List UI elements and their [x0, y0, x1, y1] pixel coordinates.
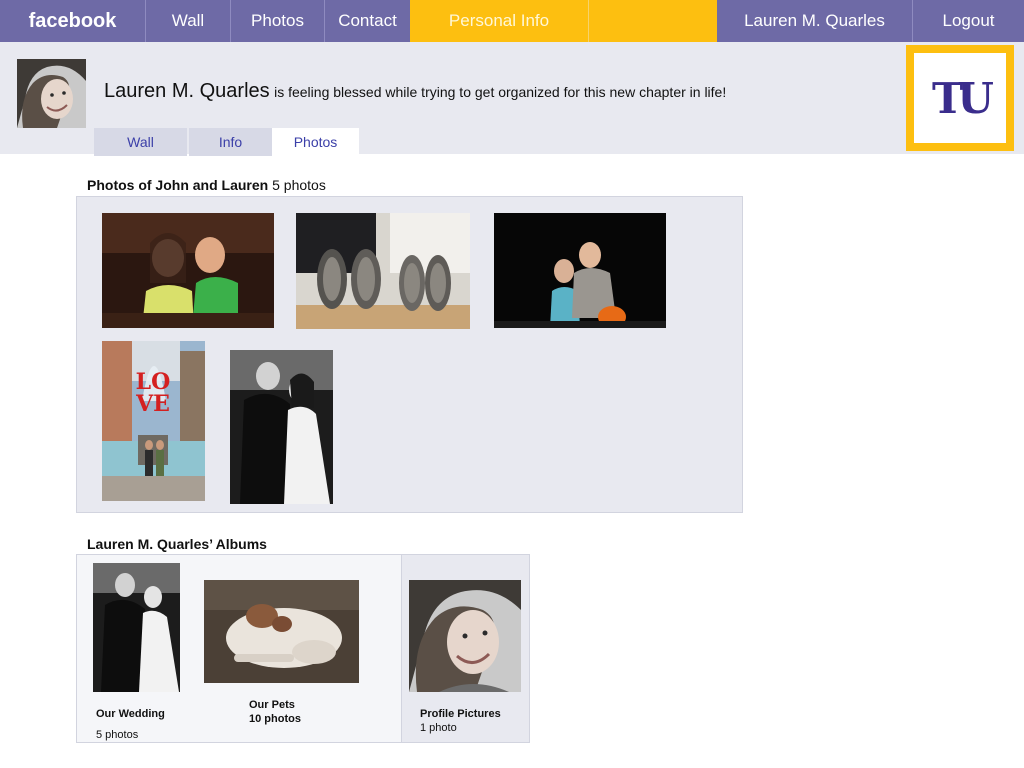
nav-photos[interactable]: Photos: [231, 0, 325, 42]
album-name[interactable]: Profile Pictures: [420, 708, 501, 720]
album-name[interactable]: Our Wedding: [96, 708, 165, 720]
album-cover-wedding: [93, 563, 180, 692]
album-cover[interactable]: [409, 580, 521, 692]
profile-status: Lauren M. Quarles is feeling blessed whi…: [104, 80, 726, 103]
nav-contact[interactable]: Contact: [325, 0, 410, 42]
avatar-photo: [17, 59, 86, 128]
nav-personal-info[interactable]: Personal Info: [410, 0, 588, 42]
status-message: is feeling blessed while trying to get o…: [274, 84, 727, 100]
photo-couple-dinner: [102, 213, 274, 328]
album-cover-profile-pictures: [409, 580, 521, 692]
photo-couple-pumpkin: [494, 213, 666, 328]
nav-logout[interactable]: Logout: [913, 0, 1024, 42]
album-cover[interactable]: [93, 563, 180, 692]
album-count: 10 photos: [249, 713, 301, 725]
photo-thumbnail[interactable]: [494, 213, 666, 328]
photo-love-sculpture: LO VE: [102, 341, 205, 501]
photo-thumbnail[interactable]: [296, 213, 470, 329]
profile-avatar[interactable]: [17, 59, 86, 128]
album-name[interactable]: Our Pets: [249, 699, 295, 711]
photos-section-heading: Photos of John and Lauren: [87, 177, 269, 193]
nav-user-name[interactable]: Lauren M. Quarles: [717, 0, 913, 42]
album-count: 1 photo: [420, 722, 457, 734]
photo-thumbnail[interactable]: [102, 213, 274, 328]
tab-wall[interactable]: Wall: [94, 128, 187, 156]
nav-spacer: [588, 0, 717, 42]
albums-section-title: Lauren M. Quarles’ Albums: [87, 536, 267, 552]
album-count: 5 photos: [96, 729, 139, 741]
profile-name[interactable]: Lauren M. Quarles: [104, 80, 270, 102]
album-cover[interactable]: [204, 580, 359, 683]
album-cover-pets: [204, 580, 359, 683]
photos-section-count: 5 photos: [272, 177, 326, 193]
facebook-logo-link[interactable]: facebook: [0, 0, 146, 42]
photo-thumbnail[interactable]: LO VE: [102, 341, 205, 501]
photos-section-title: Photos of John and Lauren 5 photos: [87, 177, 326, 193]
photo-wedding-dance: [230, 350, 333, 504]
university-logo: TU: [906, 45, 1014, 151]
svg-text:VE: VE: [135, 391, 170, 417]
logo-lettering: TU: [932, 73, 994, 123]
nav-wall[interactable]: Wall: [146, 0, 231, 42]
photo-thumbnail[interactable]: [230, 350, 333, 504]
tab-photos[interactable]: Photos: [272, 128, 359, 156]
tab-info[interactable]: Info: [189, 128, 272, 156]
photo-wedding-shoes: [296, 213, 470, 329]
